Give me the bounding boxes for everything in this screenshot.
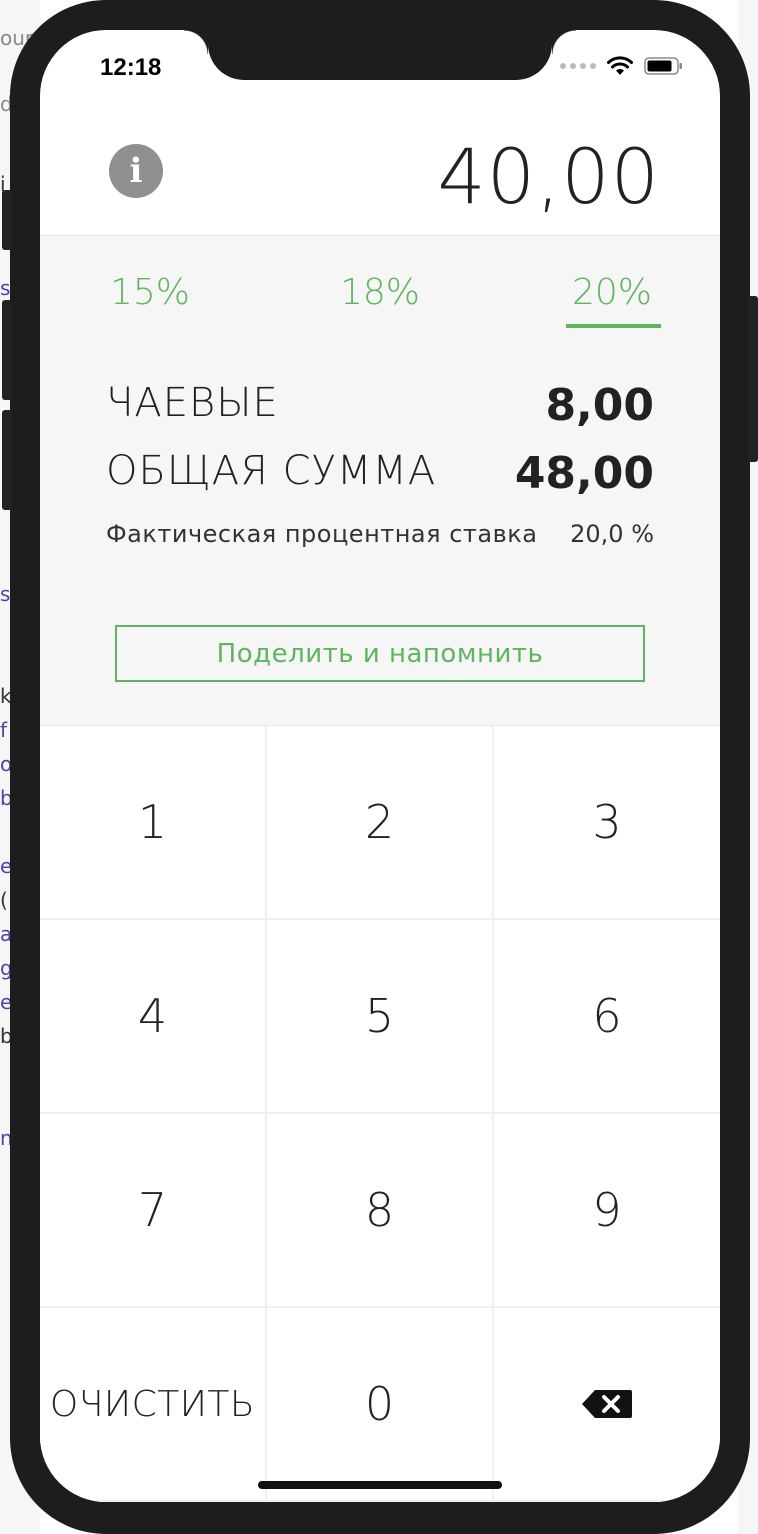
tip-value: 8,00 — [545, 380, 654, 431]
key-2[interactable]: 2 — [267, 726, 494, 920]
tip-option-15[interactable]: 15% — [110, 272, 190, 313]
info-icon[interactable]: i — [109, 144, 163, 198]
home-indicator — [258, 1481, 502, 1489]
app-screen: 12:18 i 40,00 15% 18% 20% ЧАЕВЫЕ 8,00 ОБ… — [40, 30, 720, 1502]
background-text: f — [0, 718, 8, 742]
tips-section: 15% 18% 20% ЧАЕВЫЕ 8,00 ОБЩАЯ СУММА 48,0… — [40, 236, 720, 726]
total-label: ОБЩАЯ СУММА — [106, 448, 437, 494]
total-value: 48,00 — [514, 448, 654, 499]
backspace-icon — [582, 1390, 632, 1418]
effective-rate-label: Фактическая процентная ставка — [106, 520, 538, 548]
volume-down-button — [2, 410, 12, 510]
tip-label: ЧАЕВЫЕ — [106, 380, 279, 426]
background-text: s — [0, 276, 11, 300]
key-6[interactable]: 6 — [494, 920, 720, 1114]
key-5[interactable]: 5 — [267, 920, 494, 1114]
amount-header: i 40,00 — [40, 106, 720, 236]
background-text: s — [0, 582, 11, 606]
power-button — [748, 296, 758, 462]
key-4[interactable]: 4 — [40, 920, 267, 1114]
status-time: 12:18 — [100, 54, 162, 81]
tip-option-20[interactable]: 20% — [572, 272, 652, 313]
battery-icon — [644, 57, 682, 75]
clear-button[interactable]: ОЧИСТИТЬ — [40, 1308, 267, 1502]
volume-up-button — [2, 300, 12, 400]
selected-tip-indicator — [566, 324, 661, 328]
bill-amount: 40,00 — [437, 132, 660, 221]
cellular-signal-icon — [560, 63, 596, 69]
key-8[interactable]: 8 — [267, 1114, 494, 1308]
status-icons — [560, 56, 684, 76]
notch — [184, 30, 576, 80]
mute-switch — [2, 190, 12, 250]
key-1[interactable]: 1 — [40, 726, 267, 920]
wifi-icon — [607, 56, 633, 75]
key-3[interactable]: 3 — [494, 726, 720, 920]
key-0[interactable]: 0 — [267, 1308, 494, 1502]
effective-rate-value: 20,0 % — [570, 520, 654, 548]
key-9[interactable]: 9 — [494, 1114, 720, 1308]
tip-option-18[interactable]: 18% — [340, 272, 420, 313]
phone-frame: 12:18 i 40,00 15% 18% 20% ЧАЕВЫЕ 8,00 ОБ… — [2, 0, 758, 1534]
key-7[interactable]: 7 — [40, 1114, 267, 1308]
split-and-remind-button[interactable]: Поделить и напомнить — [115, 625, 645, 682]
backspace-button[interactable] — [494, 1308, 720, 1502]
numeric-keypad: 1 2 3 4 5 6 7 8 9 ОЧИСТИТЬ 0 — [40, 726, 720, 1502]
background-text: ( — [0, 888, 8, 912]
